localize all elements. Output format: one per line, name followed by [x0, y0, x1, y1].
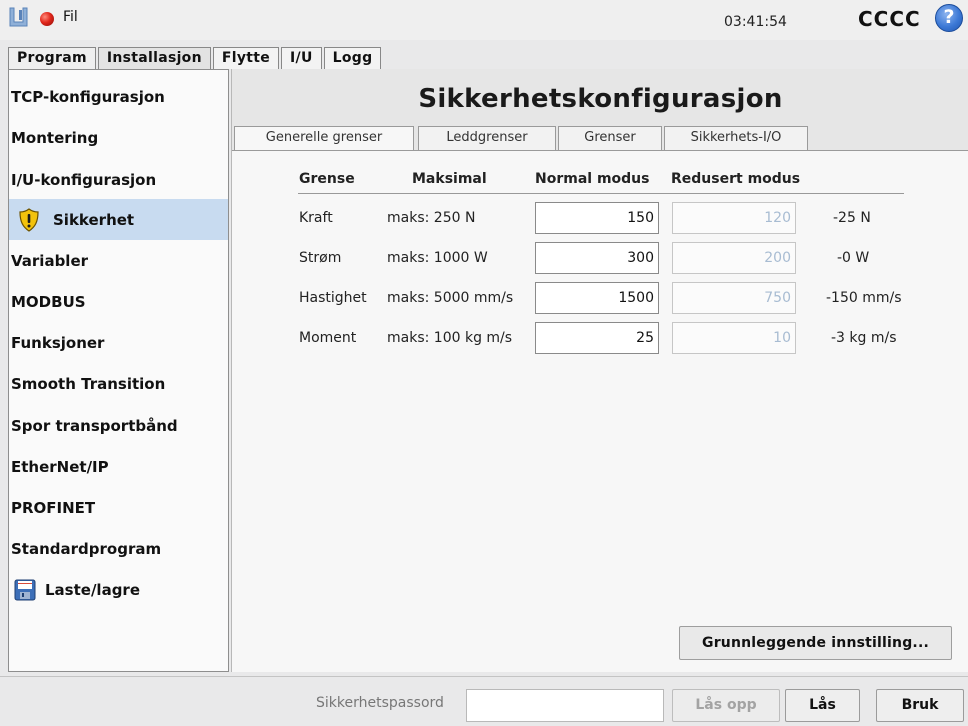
sidebar-item-mounting[interactable]: Montering: [9, 117, 228, 158]
sidebar-item-label: I/U-konfigurasjon: [11, 170, 157, 189]
sidebar-item-label: MODBUS: [11, 292, 86, 311]
sidebar-item-ethernet-ip[interactable]: EtherNet/IP: [9, 446, 228, 487]
sidebar-item-tcp-config[interactable]: TCP-konfigurasjon: [9, 76, 228, 117]
speed-normal-input[interactable]: 1500: [535, 282, 659, 314]
speed-diff: -150 mm/s: [826, 290, 902, 306]
sidebar-item-label: PROFINET: [11, 498, 96, 517]
speed-reduced-input: 750: [672, 282, 796, 314]
sidebar-item-label: EtherNet/IP: [11, 457, 109, 476]
sidebar-item-variables[interactable]: Variabler: [9, 240, 228, 281]
tab-joint-limits[interactable]: Leddgrenser: [418, 126, 556, 150]
column-header-max: Maksimal: [412, 171, 487, 187]
force-reduced-input: 120: [672, 202, 796, 234]
sidebar-item-conveyor-tracking[interactable]: Spor transportbånd: [9, 405, 228, 446]
column-header-reduced: Redusert modus: [671, 171, 801, 187]
tab-io[interactable]: I/U: [281, 47, 322, 69]
sidebar-item-load-save[interactable]: Laste/lagre: [9, 569, 228, 610]
sidebar-item-label: Spor transportbånd: [11, 416, 178, 435]
sidebar-item-smooth-transition[interactable]: Smooth Transition: [9, 363, 228, 404]
row-label-force: Kraft: [299, 210, 333, 226]
force-normal-input[interactable]: 150: [535, 202, 659, 234]
row-label-momentum: Moment: [299, 330, 357, 346]
row-max-force: maks: 250 N: [387, 210, 476, 226]
tab-program[interactable]: Program: [8, 47, 96, 69]
help-icon[interactable]: ?: [935, 4, 963, 32]
momentum-diff: -3 kg m/s: [831, 330, 897, 346]
file-menu[interactable]: Fil: [63, 9, 78, 25]
safety-config-panel: Sikkerhetskonfigurasjon Generelle grense…: [231, 69, 968, 672]
sidebar-item-label: Variabler: [11, 251, 89, 270]
force-diff: -25 N: [833, 210, 871, 226]
header-divider: [298, 193, 904, 194]
ur-logo-icon: [9, 7, 28, 27]
robot-name: CCCC: [858, 7, 921, 31]
safety-password-input[interactable]: [466, 689, 664, 722]
sidebar-item-label: TCP-konfigurasjon: [11, 87, 165, 106]
general-limits-panel: Grense Maksimal Normal modus Redusert mo…: [232, 150, 968, 672]
safety-password-label: Sikkerhetspassord: [316, 695, 444, 711]
unlock-button[interactable]: Lås opp: [672, 689, 780, 722]
safety-sub-tab-bar: Generelle grenser Leddgrenser Grenser Si…: [232, 126, 968, 150]
power-normal-input[interactable]: 300: [535, 242, 659, 274]
tab-safety-io[interactable]: Sikkerhets-I/O: [664, 126, 808, 150]
row-label-power: Strøm: [299, 250, 342, 266]
tab-move[interactable]: Flytte: [212, 47, 280, 69]
sidebar-item-modbus[interactable]: MODBUS: [9, 281, 228, 322]
row-max-momentum: maks: 100 kg m/s: [387, 330, 513, 346]
column-header-limit: Grense: [299, 171, 355, 187]
top-bar: Fil 03:41:54 CCCC ?: [0, 0, 968, 40]
power-diff: -0 W: [837, 250, 870, 266]
main-tab-bar: Program Installasjon Flytte I/U Logg: [8, 47, 383, 69]
sidebar-item-label: Montering: [11, 128, 99, 147]
lock-button[interactable]: Lås: [785, 689, 860, 722]
sidebar-item-label: Laste/lagre: [45, 580, 141, 599]
floppy-disk-icon: [11, 576, 39, 604]
tab-installation[interactable]: Installasjon: [97, 47, 211, 69]
momentum-reduced-input: 10: [672, 322, 796, 354]
row-max-speed: maks: 5000 mm/s: [387, 290, 514, 306]
apply-button[interactable]: Bruk: [876, 689, 964, 722]
installation-sidebar: TCP-konfigurasjon Montering I/U-konfigur…: [8, 69, 229, 672]
bottom-bar: Sikkerhetspassord Lås opp Lås Bruk: [0, 676, 968, 726]
sidebar-item-safety[interactable]: Sikkerhet: [9, 199, 228, 240]
sidebar-item-io-config[interactable]: I/U-konfigurasjon: [9, 159, 228, 200]
momentum-normal-input[interactable]: 25: [535, 322, 659, 354]
row-label-speed: Hastighet: [299, 290, 367, 306]
running-status-icon: [40, 12, 54, 26]
tab-general-limits[interactable]: Generelle grenser: [234, 126, 414, 150]
sidebar-item-label: Funksjoner: [11, 333, 105, 352]
power-reduced-input: 200: [672, 242, 796, 274]
sidebar-item-default-program[interactable]: Standardprogram: [9, 528, 228, 569]
sidebar-item-profinet[interactable]: PROFINET: [9, 487, 228, 528]
sidebar-item-features[interactable]: Funksjoner: [9, 322, 228, 363]
column-header-normal: Normal modus: [535, 171, 650, 187]
tab-boundaries[interactable]: Grenser: [558, 126, 662, 150]
warning-shield-icon: [15, 206, 43, 234]
sidebar-item-label: Sikkerhet: [53, 210, 135, 229]
row-max-power: maks: 1000 W: [387, 250, 488, 266]
clock: 03:41:54: [724, 14, 787, 30]
sidebar-item-label: Standardprogram: [11, 539, 162, 558]
basic-settings-button[interactable]: Grunnleggende innstilling...: [679, 626, 952, 660]
page-title: Sikkerhetskonfigurasjon: [418, 84, 783, 114]
sidebar-item-label: Smooth Transition: [11, 374, 166, 393]
tab-log[interactable]: Logg: [323, 47, 382, 69]
